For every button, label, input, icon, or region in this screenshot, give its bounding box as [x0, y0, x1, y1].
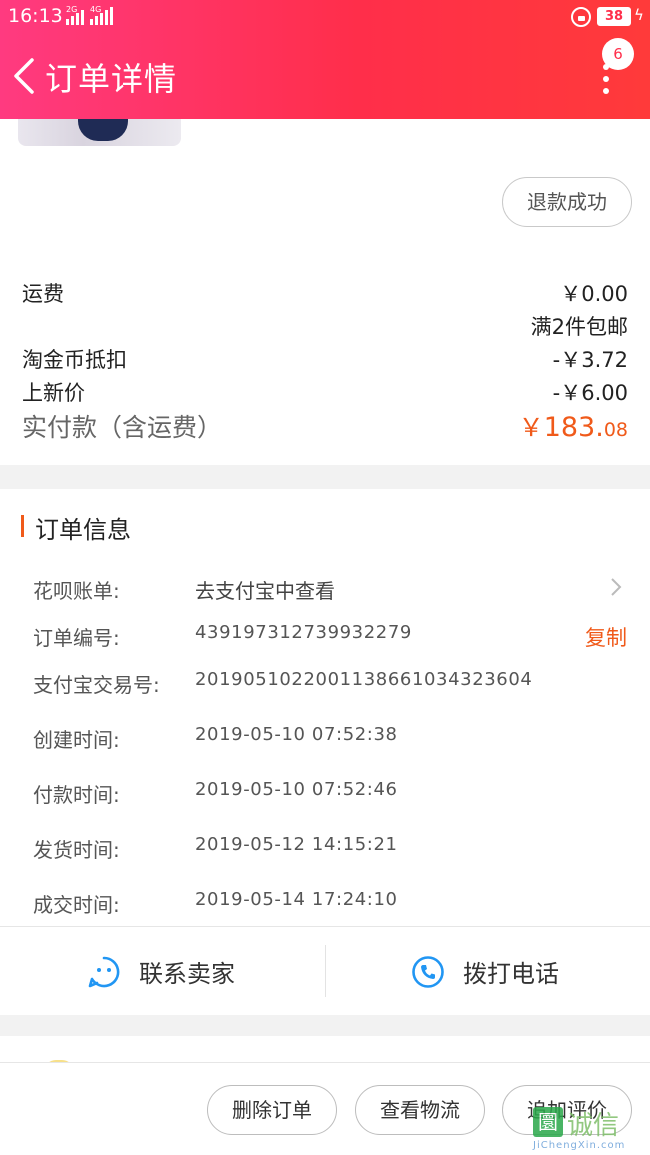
order-summary-card: 退款成功 运费 ￥0.00 满2件包邮 淘金币抵扣 -￥3.72 上新价 -￥6… [0, 119, 650, 465]
contact-seller-button[interactable]: 联系卖家 [87, 927, 235, 1016]
huabei-label: 花呗账单: [33, 579, 120, 603]
chevron-right-icon [611, 578, 622, 596]
contact-seller-label: 联系卖家 [139, 960, 235, 988]
new-price-label: 上新价 [22, 381, 85, 405]
order-detail-page: 16:13 2G 4G 38 ϟ 订单详情 6 退款成功 运费 ￥0.00 满2… [0, 0, 650, 1155]
paid-amount: ￥183.08 [518, 412, 628, 443]
call-phone-button[interactable]: 拨打电话 [411, 927, 559, 1016]
section-accent-bar [21, 515, 24, 537]
copy-button[interactable]: 复制 [585, 622, 627, 652]
notification-badge: 6 [602, 38, 634, 70]
contact-bar: 联系卖家 拨打电话 [0, 926, 650, 1015]
order-number-label: 订单编号: [33, 626, 120, 650]
status-bar: 16:13 2G 4G 38 ϟ [0, 0, 650, 34]
call-phone-label: 拨打电话 [463, 960, 559, 988]
coin-discount-row: 淘金币抵扣 -￥3.72 [22, 344, 628, 374]
refund-status-button[interactable]: 退款成功 [502, 177, 632, 227]
back-arrow-icon[interactable] [10, 56, 40, 96]
contact-divider [325, 945, 326, 997]
coin-discount-label: 淘金币抵扣 [22, 348, 127, 372]
shipping-value: ￥0.00 [560, 282, 628, 306]
alipay-number: 2019051022001138661034323604 [195, 669, 533, 690]
shipped-label: 发货时间: [33, 838, 120, 862]
battery-icon: 38 [597, 7, 631, 26]
status-time: 16:13 [8, 5, 63, 27]
order-info-card: 订单信息 花呗账单: 去支付宝中查看 订单编号: 439197312739932… [0, 489, 650, 926]
charging-icon: ϟ [634, 6, 644, 24]
rotation-lock-icon [571, 7, 591, 27]
watermark-logo: 圜 诚信 JiChengXin.com [533, 1105, 650, 1155]
created-time: 2019-05-10 07:52:38 [195, 724, 398, 745]
signal-icon-2: 4G [90, 5, 113, 25]
product-thumbnail[interactable] [18, 119, 181, 146]
shipping-label: 运费 [22, 282, 64, 306]
huabei-value: 去支付宝中查看 [195, 579, 335, 603]
shipping-row: 运费 ￥0.00 [22, 278, 628, 308]
page-title: 订单详情 [45, 60, 178, 98]
created-label: 创建时间: [33, 728, 120, 752]
completed-time: 2019-05-14 17:24:10 [195, 889, 398, 910]
shipped-time: 2019-05-12 14:15:21 [195, 834, 398, 855]
header: 16:13 2G 4G 38 ϟ 订单详情 6 [0, 0, 650, 119]
paid-amount-label: 实付款（含运费） [22, 413, 223, 442]
coin-discount-value: -￥3.72 [552, 348, 628, 372]
new-price-row: 上新价 -￥6.00 [22, 377, 628, 407]
order-number: 439197312739932279 [195, 622, 412, 643]
signal-icon: 2G [66, 5, 84, 25]
view-logistics-button[interactable]: 查看物流 [355, 1085, 485, 1135]
delete-order-button[interactable]: 删除订单 [207, 1085, 337, 1135]
phone-icon [412, 955, 444, 988]
chat-smile-icon [88, 956, 120, 987]
paid-label: 付款时间: [33, 783, 120, 807]
alipay-label: 支付宝交易号: [33, 673, 160, 697]
paid-time: 2019-05-10 07:52:46 [195, 779, 398, 800]
completed-label: 成交时间: [33, 893, 120, 917]
section-title: 订单信息 [35, 516, 131, 544]
shipping-note: 满2件包邮 [530, 315, 628, 339]
new-price-value: -￥6.00 [552, 381, 628, 405]
